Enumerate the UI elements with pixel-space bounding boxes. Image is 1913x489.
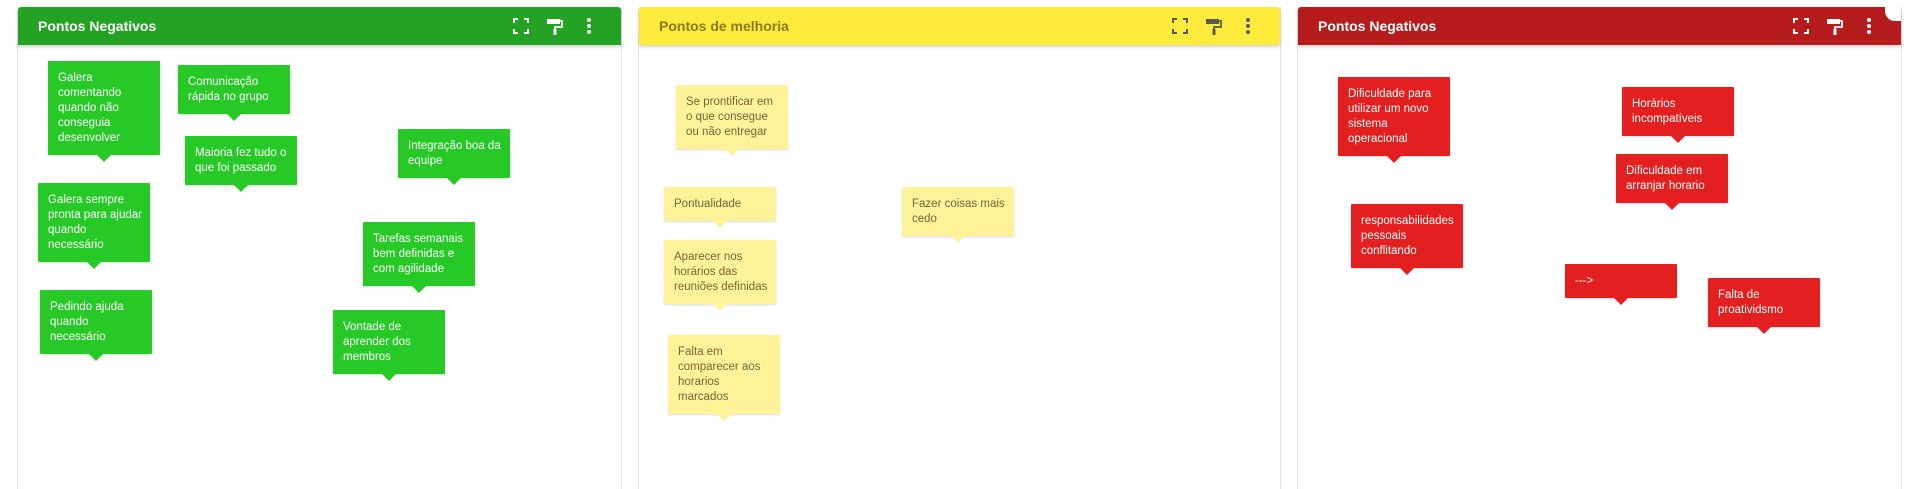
- retro-column-improvement: Pontos de melhoria Se prontificar em o q…: [638, 7, 1281, 489]
- notes-board[interactable]: Galera comentando quando não conseguia d…: [18, 45, 621, 489]
- sticky-note[interactable]: --->: [1565, 264, 1677, 305]
- sticky-note[interactable]: Pontualidade: [664, 187, 776, 228]
- retro-column-positive: Pontos Negativos Galera comentando quand…: [17, 7, 622, 489]
- more-vert-icon[interactable]: [1238, 16, 1258, 36]
- sticky-note[interactable]: responsabilidades pessoais conflitando: [1351, 204, 1463, 275]
- column-title: Pontos de melhoria: [659, 18, 789, 34]
- more-vert-icon[interactable]: [1859, 16, 1879, 36]
- column-header: Pontos Negativos: [1298, 7, 1901, 45]
- notes-board[interactable]: Se prontificar em o que consegue ou não …: [639, 45, 1280, 489]
- sticky-note[interactable]: Tarefas semanais bem definidas e com agi…: [363, 222, 475, 293]
- sticky-note[interactable]: Aparecer nos horários das reuniões defin…: [664, 240, 776, 311]
- column-title: Pontos Negativos: [38, 18, 157, 34]
- column-title: Pontos Negativos: [1318, 18, 1437, 34]
- fullscreen-icon[interactable]: [511, 16, 531, 36]
- sticky-note[interactable]: Galera comentando quando não conseguia d…: [48, 61, 160, 162]
- sticky-note[interactable]: Dificuldade para utilizar um novo sistem…: [1338, 77, 1450, 163]
- paint-roller-icon[interactable]: [1825, 16, 1845, 36]
- sticky-note[interactable]: Comunicação rápida no grupo: [178, 65, 290, 121]
- column-header: Pontos Negativos: [18, 7, 621, 45]
- sticky-note[interactable]: Horários incompatíveis: [1622, 87, 1734, 143]
- more-vert-icon[interactable]: [579, 16, 599, 36]
- sticky-note[interactable]: Pedindo ajuda quando necessário: [40, 290, 152, 361]
- paint-roller-icon[interactable]: [1204, 16, 1224, 36]
- notes-board[interactable]: Dificuldade para utilizar um novo sistem…: [1298, 45, 1901, 489]
- sticky-note[interactable]: Maioria fez tudo o que foi passado: [185, 136, 297, 192]
- paint-roller-icon[interactable]: [545, 16, 565, 36]
- sticky-note[interactable]: Fazer coisas mais cedo: [902, 187, 1014, 243]
- sticky-note[interactable]: Dificuldade em arranjar horario: [1616, 154, 1728, 210]
- sticky-note[interactable]: Falta de proatividsmo: [1708, 278, 1820, 334]
- sticky-note[interactable]: Falta em comparecer aos horarios marcado…: [668, 335, 780, 421]
- column-header: Pontos de melhoria: [639, 7, 1280, 45]
- fullscreen-icon[interactable]: [1170, 16, 1190, 36]
- retro-column-negative: Pontos Negativos Dificuldade para utiliz…: [1297, 7, 1902, 489]
- sticky-note[interactable]: Integração boa da equipe: [398, 129, 510, 185]
- sticky-note[interactable]: Se prontificar em o que consegue ou não …: [676, 85, 788, 156]
- sticky-note[interactable]: Vontade de aprender dos membros: [333, 310, 445, 381]
- sticky-note[interactable]: Galera sempre pronta para ajudar quando …: [38, 183, 150, 269]
- fullscreen-icon[interactable]: [1791, 16, 1811, 36]
